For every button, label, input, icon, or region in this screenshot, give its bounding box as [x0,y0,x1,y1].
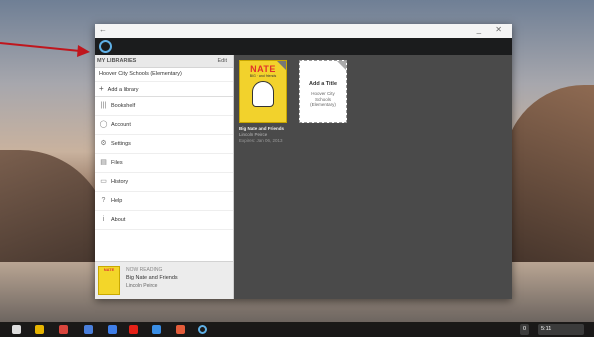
menu-list: ||| Bookshelf ◯ Account ⚙ Settings ▤ Files ▭ Hist… [95,97,233,230]
about-icon: i [102,216,105,223]
launcher-icon[interactable] [12,325,21,334]
add-title-heading: Add a Title [308,81,337,87]
my-libraries-label: MY LIBRARIES [97,58,137,64]
files-app-icon[interactable] [152,325,161,334]
library-item[interactable]: Hoover City Schools (Elementary) [95,68,233,82]
overdrive-icon[interactable] [198,325,207,334]
menu-item-label: Files [111,160,123,166]
google-plus-icon[interactable] [84,325,93,334]
app-window: ← _ ✕ MY LIBRARIES Edit Hoover City Scho… [95,24,512,299]
chrome-icon[interactable] [35,325,44,334]
files-icon: ▤ [100,159,107,166]
add-title-library: Hoover City Schools (Elementary) [310,91,336,107]
add-library-button[interactable]: + Add a library [95,82,233,97]
account-icon: ◯ [99,121,108,128]
window-titlebar: ← _ ✕ [95,24,512,38]
help-icon: ? [101,197,106,204]
red-arrow-annotation [0,42,90,57]
book-details: Big Nate and Friends Lincoln Peirce Expi… [239,126,309,144]
settings-icon: ⚙ [100,140,107,147]
menu-item-label: Help [111,198,123,204]
menu-item-label: Bookshelf [111,103,136,109]
menu-item-history[interactable]: ▭ History [95,173,233,192]
navigation-drawer: MY LIBRARIES Edit Hoover City Schools (E… [95,55,234,299]
clock[interactable]: 5:11 [538,324,584,335]
menu-item-label: About [111,217,126,223]
book-expiry: Expires: Jan 06, 2013 [239,138,283,143]
photos-icon[interactable] [176,325,185,334]
now-reading-panel[interactable]: NATE NOW READING Big Nate and Friends Li… [95,261,233,299]
youtube-icon[interactable] [129,325,138,334]
menu-item-bookshelf[interactable]: ||| Bookshelf [95,97,233,116]
now-reading-title: Big Nate and Friends [126,275,178,281]
now-reading-label: NOW READING [126,267,163,273]
app-toolbar [95,38,512,55]
book-corner-icon[interactable] [277,61,286,70]
add-title-corner-icon[interactable] [337,61,346,70]
add-library-label: Add a library [107,87,139,93]
overdrive-logo-icon[interactable] [99,40,112,53]
menu-item-account[interactable]: ◯ Account [95,116,233,135]
add-title-card[interactable]: Add a Title Hoover City Schools (Element… [299,60,347,123]
window-controls[interactable]: _ ✕ [477,25,508,34]
plus-icon: + [99,84,104,93]
book-cover-big-nate[interactable]: NATE BIG · and friends [239,60,287,123]
menu-item-files[interactable]: ▤ Files [95,154,233,173]
menu-item-help[interactable]: ? Help [95,192,233,211]
bookshelf-icon: ||| [100,102,107,109]
docs-icon[interactable] [108,325,117,334]
edit-button[interactable]: Edit [218,58,227,64]
menu-item-label: History [111,179,129,185]
now-reading-author: Lincoln Peirce [126,283,158,289]
history-icon: ▭ [100,178,107,185]
menu-item-settings[interactable]: ⚙ Settings [95,135,233,154]
drawer-header: MY LIBRARIES Edit [95,55,233,68]
now-reading-cover[interactable]: NATE [98,266,120,295]
notification-count[interactable]: 0 [520,324,530,335]
status-area[interactable]: 0 5:11 [520,324,590,335]
book-cover-subtitle: BIG · and friends [249,74,277,78]
taskbar: 0 5:11 [0,322,594,337]
gmail-icon[interactable] [59,325,68,334]
menu-item-about[interactable]: i About [95,211,233,230]
back-icon[interactable]: ← [99,25,107,34]
book-cover-illustration [252,81,274,107]
menu-item-label: Account [111,122,131,128]
library-content: MY LIBRARIES Edit Hoover City Schools (E… [95,55,512,299]
menu-item-label: Settings [111,141,131,147]
